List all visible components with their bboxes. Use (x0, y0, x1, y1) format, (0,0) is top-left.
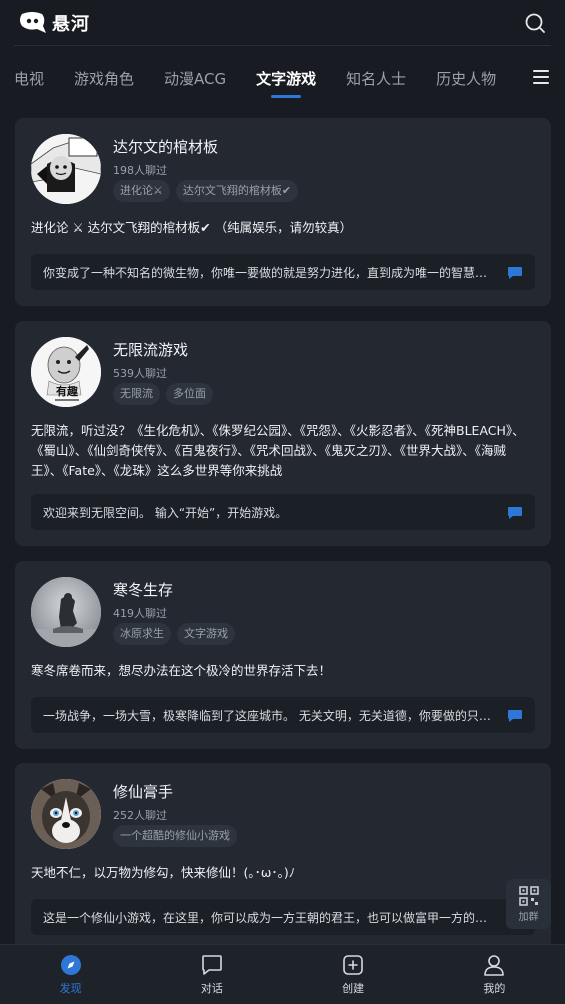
nav-conversations[interactable]: 对话 (141, 945, 282, 1004)
tab-historical-figures[interactable]: 历史人物 (436, 52, 496, 104)
character-avatar: 有趣 (31, 337, 101, 407)
tag-list: 一个超酷的修仙小游戏 (113, 825, 237, 847)
search-button[interactable] (521, 9, 549, 37)
chat-bubble-icon (507, 708, 523, 722)
join-group-button[interactable]: 加群 (506, 879, 551, 929)
character-avatar (31, 577, 101, 647)
tag-list: 无限流 多位面 (113, 383, 213, 405)
tab-text-games[interactable]: 文字游戏 (256, 52, 316, 104)
greeting-message[interactable]: 欢迎来到无限空间。 输入“开始”，开始游戏。 (31, 494, 535, 530)
character-description: 寒冬席卷而来，想尽办法在这个极冷的世界存活下去！ (31, 663, 332, 678)
character-description: 无限流，听过没？《生化危机》、《侏罗纪公园》、《咒怨》、《火影忍者》、《死神BL… (31, 423, 525, 478)
tab-celebrities[interactable]: 知名人士 (346, 52, 406, 104)
join-group-label: 加群 (518, 911, 539, 923)
tag[interactable]: 文字游戏 (177, 623, 235, 645)
qr-code-icon (518, 885, 539, 906)
nav-discover[interactable]: 发现 (0, 945, 141, 1004)
character-title: 无限流游戏 (113, 341, 189, 359)
greeting-message[interactable]: 一场战争，一场大雪，极寒降临到了这座城市。 无关文明，无关道德，你要做的只有活下… (31, 697, 535, 733)
logo-icon (18, 11, 46, 35)
header-divider (14, 45, 551, 46)
character-card[interactable]: 修仙膏手 252人聊过 一个超酷的修仙小游戏 天地不仁，以万物为修勾，快来修仙！… (15, 763, 551, 951)
top-header: 悬河 (0, 0, 565, 46)
tag[interactable]: 多位面 (166, 383, 213, 405)
character-title: 寒冬生存 (113, 581, 174, 599)
greeting-message[interactable]: 这是一个修仙小游戏，在这里，你可以成为一方王朝的君王，也可以做富甲一方的商人 (31, 899, 535, 935)
nav-label: 发现 (59, 981, 82, 995)
nav-profile[interactable]: 我的 (424, 945, 565, 1004)
search-icon (525, 13, 545, 33)
chat-count: 198人聊过 (113, 164, 167, 177)
app-logo[interactable]: 悬河 (18, 10, 90, 36)
chat-count: 252人聊过 (113, 809, 167, 822)
tag[interactable]: 达尔文飞翔的棺材板✔ (175, 180, 299, 202)
tag-list: 冰原求生 文字游戏 (113, 623, 235, 645)
tab-tv[interactable]: 电视 (14, 52, 44, 104)
character-description: 天地不仁，以万物为修勾，快来修仙！(｡･ω･｡)ﾉ (31, 865, 295, 880)
tag[interactable]: 无限流 (113, 383, 160, 405)
tab-game-characters[interactable]: 游戏角色 (74, 52, 134, 104)
character-description: 进化论 ⚔ 达尔文飞翔的棺材板✔ （纯属娱乐，请勿较真） (31, 220, 353, 235)
tab-list: 电视 游戏角色 动漫ACG 文字游戏 知名人士 历史人物 (0, 52, 526, 104)
greeting-text: 这是一个修仙小游戏，在这里，你可以成为一方王朝的君王，也可以做富甲一方的商人 (43, 910, 500, 925)
character-avatar (31, 134, 101, 204)
avatar-caption: 有趣 (56, 384, 79, 398)
chat-bubble-icon (202, 954, 222, 975)
bottom-navigation: 发现 对话 创建 我的 (0, 944, 565, 1004)
nav-create[interactable]: 创建 (283, 945, 424, 1004)
chat-count: 419人聊过 (113, 607, 167, 620)
app-root: 悬河 电视 游戏角色 动漫ACG 文字游戏 知名人士 历史人物 达尔文的棺材板 … (0, 0, 565, 1004)
nav-label: 创建 (342, 981, 365, 995)
tag[interactable]: 一个超酷的修仙小游戏 (113, 825, 237, 847)
menu-icon[interactable] (533, 68, 549, 86)
tag-list: 进化论⚔ 达尔文飞翔的棺材板✔ (113, 180, 299, 202)
chat-count: 539人聊过 (113, 367, 167, 380)
plus-square-icon (343, 954, 363, 975)
tab-anime-acg[interactable]: 动漫ACG (164, 52, 226, 104)
character-card[interactable]: 寒冬生存 419人聊过 冰原求生 文字游戏 寒冬席卷而来，想尽办法在这个极冷的世… (15, 561, 551, 749)
greeting-text: 欢迎来到无限空间。 输入“开始”，开始游戏。 (43, 505, 288, 520)
chat-bubble-icon (507, 505, 523, 519)
app-name: 悬河 (52, 14, 90, 35)
tag[interactable]: 进化论⚔ (113, 180, 170, 202)
character-title: 修仙膏手 (113, 783, 174, 801)
category-tabs: 电视 游戏角色 动漫ACG 文字游戏 知名人士 历史人物 (0, 52, 565, 104)
chat-bubble-icon (507, 265, 523, 279)
compass-icon (60, 954, 81, 975)
character-title: 达尔文的棺材板 (113, 138, 219, 156)
tag[interactable]: 冰原求生 (113, 623, 171, 645)
nav-label: 我的 (483, 981, 506, 995)
character-avatar (31, 779, 101, 849)
greeting-text: 一场战争，一场大雪，极寒降临到了这座城市。 无关文明，无关道德，你要做的只有活下… (43, 708, 507, 723)
nav-label: 对话 (200, 981, 223, 995)
character-card[interactable]: 达尔文的棺材板 198人聊过 进化论⚔ 达尔文飞翔的棺材板✔ 进化论 ⚔ 达尔文… (15, 118, 551, 306)
greeting-message[interactable]: 你变成了一种不知名的微生物，你唯一要做的就是努力进化，直到成为唯一的智慧物种 (31, 254, 535, 290)
character-card[interactable]: 有趣 无限流游戏 539人聊过 无限流 多位面 无限流，听过没？《生化危机》、《… (15, 321, 551, 546)
person-icon (484, 954, 505, 976)
greeting-text: 你变成了一种不知名的微生物，你唯一要做的就是努力进化，直到成为唯一的智慧物种 (43, 265, 500, 280)
